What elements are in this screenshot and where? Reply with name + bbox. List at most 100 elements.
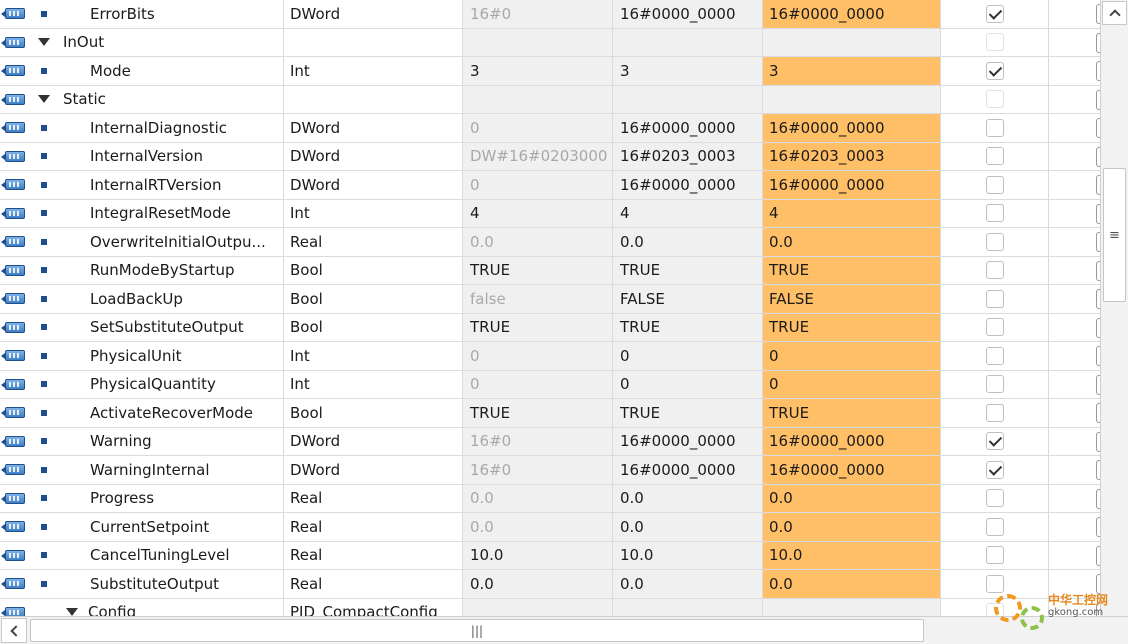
variable-name[interactable]: PhysicalUnit — [58, 342, 284, 370]
scroll-up-button[interactable] — [1102, 1, 1127, 25]
variable-name[interactable]: SubstituteOutput — [58, 570, 284, 598]
start-value[interactable]: 0.0 — [613, 484, 763, 512]
horizontal-scrollbar[interactable]: ||| — [0, 616, 1128, 644]
variable-name[interactable]: CancelTuningLevel — [58, 541, 284, 569]
start-value[interactable]: 16#0000_0000 — [613, 0, 763, 28]
start-value[interactable]: 3 — [613, 57, 763, 85]
data-type[interactable]: Real — [284, 513, 463, 541]
variable-name[interactable]: Config — [58, 598, 284, 616]
retain-checkbox[interactable] — [941, 171, 1049, 199]
section-row[interactable]: Static — [0, 85, 1100, 114]
scroll-left-button[interactable] — [1, 618, 27, 643]
table-row[interactable]: LoadBackUp Bool false FALSE FALSE — [0, 285, 1100, 314]
data-type[interactable] — [284, 28, 463, 56]
variable-name[interactable]: OverwriteInitialOutpu... — [58, 228, 284, 256]
vertical-scrollbar[interactable]: ≡ — [1100, 0, 1128, 616]
retain-checkbox[interactable] — [941, 456, 1049, 484]
table-row[interactable]: OverwriteInitialOutpu... Real 0.0 0.0 0.0 — [0, 228, 1100, 257]
start-value[interactable]: FALSE — [613, 285, 763, 313]
start-value[interactable]: 16#0000_0000 — [613, 171, 763, 199]
data-type[interactable]: Int — [284, 370, 463, 398]
start-value[interactable]: TRUE — [613, 399, 763, 427]
table-row[interactable]: ActivateRecoverMode Bool TRUE TRUE TRUE — [0, 399, 1100, 428]
start-value[interactable] — [613, 28, 763, 56]
data-type[interactable]: Bool — [284, 313, 463, 341]
data-type[interactable]: DWord — [284, 456, 463, 484]
table-row[interactable]: PhysicalQuantity Int 0 0 0 — [0, 370, 1100, 399]
retain-checkbox[interactable] — [941, 342, 1049, 370]
table-row[interactable]: IntegralResetMode Int 4 4 4 — [0, 199, 1100, 228]
section-row[interactable]: Config PID_CompactConfig — [0, 598, 1100, 616]
variable-name[interactable]: RunModeByStartup — [58, 256, 284, 284]
data-type[interactable]: Int — [284, 57, 463, 85]
data-type[interactable]: Bool — [284, 399, 463, 427]
retain-checkbox[interactable] — [941, 228, 1049, 256]
table-row[interactable]: SubstituteOutput Real 0.0 0.0 0.0 — [0, 570, 1100, 599]
data-type[interactable]: DWord — [284, 114, 463, 142]
table-row[interactable]: Warning DWord 16#0 16#0000_0000 16#0000_0000 — [0, 427, 1100, 456]
variable-name[interactable]: ActivateRecoverMode — [58, 399, 284, 427]
data-type[interactable]: Int — [284, 342, 463, 370]
variable-name[interactable]: SetSubstituteOutput — [58, 313, 284, 341]
table-row[interactable]: Mode Int 3 3 3 — [0, 57, 1100, 86]
data-type[interactable]: Int — [284, 199, 463, 227]
start-value[interactable]: TRUE — [613, 313, 763, 341]
data-type[interactable]: Bool — [284, 256, 463, 284]
table-row[interactable]: PhysicalUnit Int 0 0 0 — [0, 342, 1100, 371]
variable-name[interactable]: Warning — [58, 427, 284, 455]
start-value[interactable]: 16#0000_0000 — [613, 427, 763, 455]
retain-checkbox[interactable] — [941, 598, 1049, 616]
table-row[interactable]: CurrentSetpoint Real 0.0 0.0 0.0 — [0, 513, 1100, 542]
variable-name[interactable]: IntegralResetMode — [58, 199, 284, 227]
retain-checkbox[interactable] — [941, 399, 1049, 427]
horizontal-scroll-thumb[interactable]: ||| — [30, 619, 924, 642]
retain-checkbox[interactable] — [941, 370, 1049, 398]
table-row[interactable]: SetSubstituteOutput Bool TRUE TRUE TRUE — [0, 313, 1100, 342]
data-type[interactable]: Bool — [284, 285, 463, 313]
table-row[interactable]: WarningInternal DWord 16#0 16#0000_0000 16#0… — [0, 456, 1100, 485]
table-row[interactable]: InternalRTVersion DWord 0 16#0000_0000 16#00… — [0, 171, 1100, 200]
retain-checkbox[interactable] — [941, 285, 1049, 313]
retain-checkbox[interactable] — [941, 570, 1049, 598]
data-type[interactable]: DWord — [284, 427, 463, 455]
start-value[interactable]: 0.0 — [613, 513, 763, 541]
start-value[interactable]: 0 — [613, 370, 763, 398]
retain-checkbox[interactable] — [941, 199, 1049, 227]
start-value[interactable]: TRUE — [613, 256, 763, 284]
retain-checkbox[interactable] — [941, 57, 1049, 85]
start-value[interactable]: 0.0 — [613, 570, 763, 598]
table-row[interactable]: InternalDiagnostic DWord 0 16#0000_0000 16#0… — [0, 114, 1100, 143]
start-value[interactable] — [613, 85, 763, 113]
data-type[interactable]: DWord — [284, 171, 463, 199]
variable-name[interactable]: PhysicalQuantity — [58, 370, 284, 398]
retain-checkbox[interactable] — [941, 513, 1049, 541]
start-value[interactable]: 16#0203_0003 — [613, 142, 763, 170]
retain-checkbox[interactable] — [941, 85, 1049, 113]
variable-name[interactable]: CurrentSetpoint — [58, 513, 284, 541]
variable-name[interactable]: WarningInternal — [58, 456, 284, 484]
table-row[interactable]: InternalVersion DWord DW#16#0203000 16#0203… — [0, 142, 1100, 171]
retain-checkbox[interactable] — [941, 427, 1049, 455]
data-type[interactable]: Real — [284, 484, 463, 512]
table-row[interactable]: ErrorBits DWord 16#0 16#0000_0000 16#0000_00… — [0, 0, 1100, 29]
variable-name[interactable]: InternalDiagnostic — [58, 114, 284, 142]
triangle-down-icon[interactable] — [30, 29, 58, 57]
retain-checkbox[interactable] — [941, 142, 1049, 170]
data-type[interactable]: PID_CompactConfig — [284, 598, 463, 616]
retain-checkbox[interactable] — [941, 484, 1049, 512]
variable-name[interactable]: ErrorBits — [58, 0, 284, 28]
retain-checkbox[interactable] — [941, 256, 1049, 284]
data-type[interactable]: DWord — [284, 0, 463, 28]
section-row[interactable]: InOut — [0, 28, 1100, 57]
variable-name[interactable]: LoadBackUp — [58, 285, 284, 313]
start-value[interactable]: 16#0000_0000 — [613, 456, 763, 484]
start-value[interactable] — [613, 598, 763, 616]
retain-checkbox[interactable] — [941, 313, 1049, 341]
start-value[interactable]: 0 — [613, 342, 763, 370]
retain-checkbox[interactable] — [941, 28, 1049, 56]
data-type[interactable] — [284, 85, 463, 113]
start-value[interactable]: 16#0000_0000 — [613, 114, 763, 142]
retain-checkbox[interactable] — [941, 541, 1049, 569]
variable-name[interactable]: InternalVersion — [58, 142, 284, 170]
variable-name[interactable]: Mode — [58, 57, 284, 85]
